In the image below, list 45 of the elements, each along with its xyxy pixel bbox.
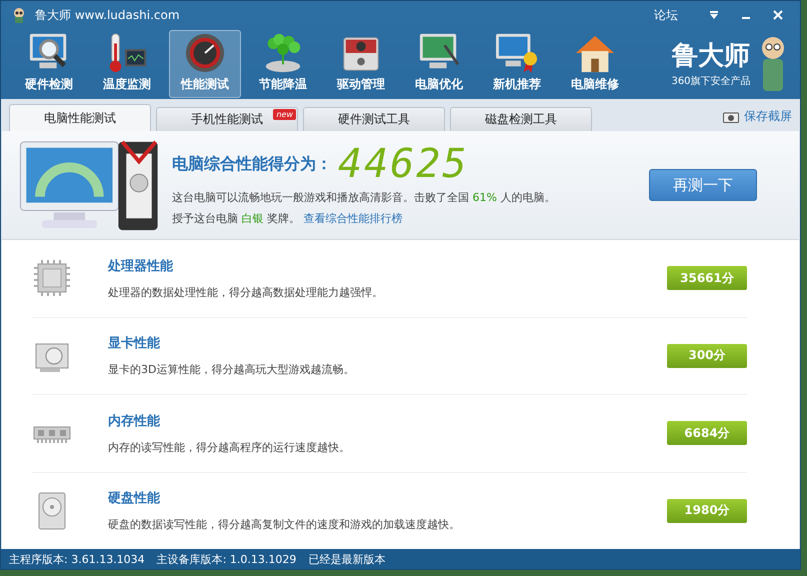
category-title: 处理器性能 xyxy=(108,258,174,275)
score-badge: 35661分 xyxy=(667,266,747,290)
cpu-chip-icon xyxy=(32,258,72,298)
score-summary: 这台电脑可以流畅地玩一般游戏和播放高清影音。击败了全国 61% 人的电脑。 xyxy=(172,190,556,205)
database-version: 主设备库版本: 1.0.13.1029 xyxy=(156,552,296,566)
tab[interactable]: 硬件测试工具 xyxy=(303,107,445,131)
retest-button[interactable]: 再测一下 xyxy=(649,169,757,201)
program-version: 主程序版本: 3.61.13.1034 xyxy=(9,552,145,566)
score-value: 44625 xyxy=(338,144,468,184)
brand-logo: 鲁大师 xyxy=(670,40,751,74)
toolbar-button[interactable]: 性能测试 xyxy=(169,30,241,98)
brand-tagline: 360旗下安全产品 xyxy=(671,74,751,88)
monitor-award-icon xyxy=(494,32,540,74)
toolbar-button[interactable]: 硬件检测 xyxy=(13,30,85,98)
update-status: 已经是最新版本 xyxy=(308,552,386,566)
ranking-link[interactable]: 查看综合性能排行榜 xyxy=(304,212,402,225)
score-heading: 电脑综合性能得分为： xyxy=(172,154,332,174)
close-icon[interactable] xyxy=(772,9,784,21)
toolbar-button[interactable]: 驱动管理 xyxy=(325,30,397,98)
toolbar-button[interactable]: 电脑优化 xyxy=(403,30,475,98)
category-title: 显卡性能 xyxy=(108,335,161,352)
category-title: 硬盘性能 xyxy=(108,490,161,508)
tab[interactable]: 磁盘检测工具 xyxy=(450,107,592,131)
category-description: 硬盘的数据读写性能，得分越高复制文件的速度和游戏的加载速度越快。 xyxy=(108,517,461,532)
new-badge: new xyxy=(273,109,296,120)
window-title: 鲁大师 www.ludashi.com xyxy=(35,6,180,24)
score-badge: 300分 xyxy=(667,344,747,368)
category-title: 内存性能 xyxy=(108,412,161,430)
category-description: 显卡的3D运算性能，得分越高玩大型游戏越流畅。 xyxy=(108,362,356,378)
forum-link[interactable]: 论坛 xyxy=(654,6,678,24)
tab[interactable]: 电脑性能测试 xyxy=(9,104,151,131)
category-description: 内存的读写性能，得分越高程序的运行速度越快。 xyxy=(108,440,351,455)
toolbar-button[interactable]: 电脑维修 xyxy=(559,30,631,98)
toolbar-button[interactable]: 温度监测 xyxy=(91,30,163,98)
category-description: 处理器的数据处理性能，得分越高数据处理能力越强悍。 xyxy=(108,284,384,300)
toolbar-button[interactable]: 新机推荐 xyxy=(481,30,553,98)
score-badge: 6684分 xyxy=(667,421,747,446)
medal-text: 授予这台电脑 白银 奖牌。 xyxy=(172,212,300,225)
tab[interactable]: 手机性能测试 new xyxy=(156,107,298,131)
dropdown-menu-icon[interactable] xyxy=(708,9,720,21)
mascot-icon xyxy=(11,7,27,23)
score-badge: 1980分 xyxy=(667,498,747,523)
save-screenshot-link[interactable]: 保存截屏 xyxy=(744,108,792,125)
camera-icon xyxy=(723,111,739,123)
toolbar-button[interactable]: 节能降温 xyxy=(247,30,319,98)
